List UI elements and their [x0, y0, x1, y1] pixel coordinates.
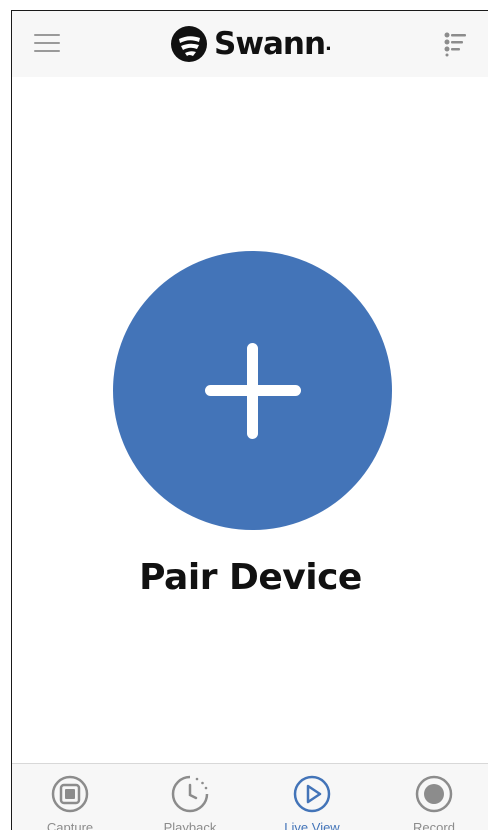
logo-trademark-dot: . [325, 33, 332, 55]
tab-capture-label: Capture [46, 820, 94, 830]
tab-live-view[interactable]: Live View [252, 764, 372, 830]
tab-playback[interactable]: Playback [130, 764, 250, 830]
tab-capture[interactable]: Capture [12, 764, 130, 830]
pair-device-label[interactable]: Pair Device [12, 557, 488, 598]
tab-record-label: Record [413, 820, 455, 830]
plus-icon-vertical [247, 343, 258, 439]
tab-live-view-label: Live View [284, 820, 340, 830]
tab-playback-label: Playback [163, 820, 217, 830]
capture-icon [51, 775, 89, 813]
app-header: Swann. [12, 11, 488, 77]
playback-clock-icon [171, 775, 209, 813]
tab-record[interactable]: Record [374, 764, 488, 830]
app-frame: Swann. Pair Device Capture Playback Live… [11, 10, 488, 830]
list-filter-icon[interactable] [442, 31, 470, 57]
play-icon [293, 775, 331, 813]
swann-logo-mark-icon [171, 26, 207, 62]
logo-text: Swann [214, 26, 326, 62]
pair-device-button[interactable] [113, 251, 392, 530]
record-icon [415, 775, 453, 813]
bottom-tab-bar: Capture Playback Live View Record [12, 763, 488, 830]
swann-logo: Swann. [170, 24, 332, 64]
hamburger-menu-icon[interactable] [34, 32, 62, 54]
